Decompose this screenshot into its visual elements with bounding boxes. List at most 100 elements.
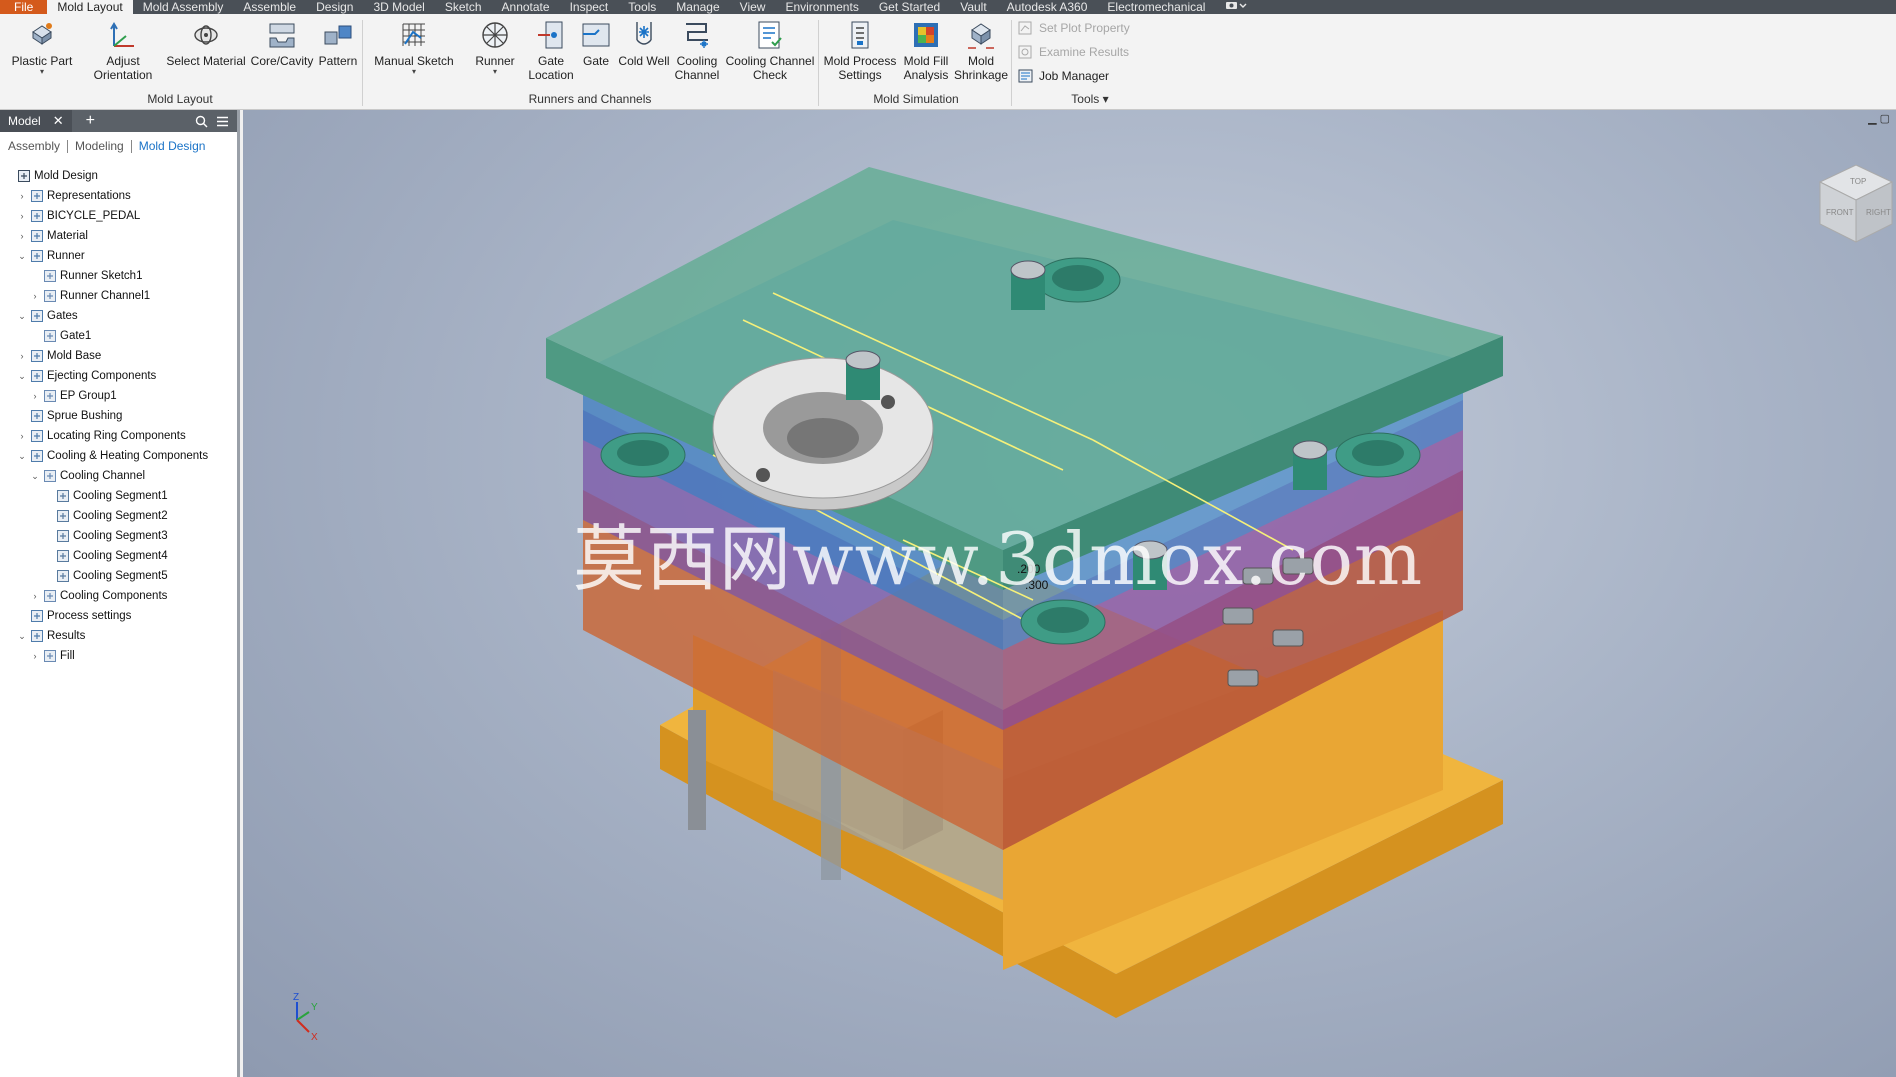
tab-manage[interactable]: Manage: [666, 0, 729, 14]
tree-node[interactable]: › BICYCLE_PEDAL: [17, 206, 140, 226]
tree-node[interactable]: › Fill: [30, 646, 75, 666]
pattern-button[interactable]: Pattern: [316, 18, 360, 68]
tree-node[interactable]: ⌄ Cooling Channel: [30, 466, 145, 486]
tree-node[interactable]: › Representations: [17, 186, 131, 206]
adjust-orientation-button[interactable]: Adjust Orientation: [88, 18, 158, 82]
tree-node-label: Mold Design: [34, 170, 98, 182]
tree-node[interactable]: › Locating Ring Components: [17, 426, 186, 446]
chevron-down-icon[interactable]: ⌄: [30, 471, 40, 482]
close-icon[interactable]: ✕: [53, 110, 64, 132]
cooling-channel-button[interactable]: Cooling Channel: [670, 18, 724, 82]
chevron-right-icon[interactable]: ›: [17, 191, 27, 201]
tab-mold-layout[interactable]: Mold Layout: [47, 0, 133, 14]
chevron-right-icon[interactable]: ›: [17, 351, 27, 361]
tree-node-icon: [31, 630, 43, 642]
tree-node-icon: [57, 490, 69, 502]
tree-node[interactable]: Cooling Segment2: [43, 506, 168, 526]
tree-node[interactable]: › Cooling Components: [30, 586, 167, 606]
cold-well-button[interactable]: Cold Well: [618, 18, 670, 68]
subtab-modeling[interactable]: Modeling: [75, 139, 124, 153]
search-icon[interactable]: [195, 115, 208, 128]
tree-node[interactable]: Mold Design: [4, 166, 98, 186]
tree-node-icon: [57, 570, 69, 582]
examine-results-button[interactable]: Examine Results: [1018, 45, 1129, 59]
cooling-channel-check-button[interactable]: Cooling Channel Check: [724, 18, 816, 82]
file-tab[interactable]: File: [0, 0, 48, 14]
tab-tools[interactable]: Tools: [618, 0, 666, 14]
svg-text:X: X: [311, 1032, 318, 1043]
mold-shrinkage-button[interactable]: Mold Shrinkage: [954, 18, 1008, 82]
tab-sketch[interactable]: Sketch: [435, 0, 492, 14]
tab-mold-assembly[interactable]: Mold Assembly: [133, 0, 234, 14]
tree-node[interactable]: Sprue Bushing: [17, 406, 122, 426]
tree-node[interactable]: Cooling Segment5: [43, 566, 168, 586]
tree-node-label: BICYCLE_PEDAL: [47, 210, 141, 222]
tree-node[interactable]: › Runner Channel1: [30, 286, 150, 306]
tree-node[interactable]: Cooling Segment1: [43, 486, 168, 506]
tree-node[interactable]: ⌄ Cooling & Heating Components: [17, 446, 208, 466]
tree-node-icon: [44, 290, 56, 302]
chevron-right-icon[interactable]: ›: [30, 291, 40, 301]
tree-node[interactable]: ⌄ Results: [17, 626, 85, 646]
tab-vault[interactable]: Vault: [950, 0, 996, 14]
gate-button[interactable]: Gate: [578, 18, 614, 68]
tree-node[interactable]: Process settings: [17, 606, 131, 626]
mold-fill-analysis-button[interactable]: Mold Fill Analysis: [898, 18, 954, 82]
chevron-down-icon[interactable]: ⌄: [17, 371, 27, 382]
tree-node[interactable]: Runner Sketch1: [30, 266, 142, 286]
tree-node[interactable]: Cooling Segment3: [43, 526, 168, 546]
tree-node[interactable]: ⌄ Ejecting Components: [17, 366, 156, 386]
tab-assemble[interactable]: Assemble: [233, 0, 306, 14]
tab-autodesk-a360[interactable]: Autodesk A360: [997, 0, 1098, 14]
mold-process-settings-button[interactable]: Mold Process Settings: [822, 18, 898, 82]
sprue-hole: [787, 418, 859, 458]
tab-annotate[interactable]: Annotate: [492, 0, 560, 14]
manual-sketch-button[interactable]: Manual Sketch ▾: [374, 18, 454, 76]
tree-node[interactable]: ⌄ Gates: [17, 306, 78, 326]
chevron-right-icon[interactable]: ›: [17, 211, 27, 221]
tree-node[interactable]: Cooling Segment4: [43, 546, 168, 566]
set-plot-property-button[interactable]: Set Plot Property: [1018, 21, 1130, 35]
select-material-button[interactable]: Select Material: [166, 18, 246, 68]
subtab-assembly[interactable]: Assembly: [8, 139, 60, 153]
chevron-right-icon[interactable]: ›: [30, 391, 40, 401]
chevron-right-icon[interactable]: ›: [17, 431, 27, 441]
job-manager-button[interactable]: Job Manager: [1018, 69, 1109, 83]
tab-get-started[interactable]: Get Started: [869, 0, 950, 14]
tree-node[interactable]: Gate1: [30, 326, 91, 346]
chevron-right-icon[interactable]: ›: [30, 591, 40, 601]
add-tab-icon[interactable]: +: [86, 112, 95, 130]
tree-node-label: EP Group1: [60, 390, 117, 402]
core-cavity-button[interactable]: Core/Cavity: [250, 18, 314, 68]
chevron-down-icon[interactable]: ⌄: [17, 311, 27, 322]
chevron-down-icon[interactable]: ⌄: [17, 251, 27, 262]
tree-node-label: Cooling & Heating Components: [47, 450, 209, 462]
ribbon-display-toggle[interactable]: [1215, 0, 1257, 14]
tab-view[interactable]: View: [730, 0, 776, 14]
menu-icon[interactable]: [216, 116, 229, 127]
tab-environments[interactable]: Environments: [775, 0, 868, 14]
group-label-tools[interactable]: Tools ▾: [1050, 92, 1130, 106]
subtab-mold-design[interactable]: Mold Design: [139, 139, 206, 153]
tree-node[interactable]: › EP Group1: [30, 386, 117, 406]
graphics-viewport[interactable]: ▁ ▢ Z Y X .200 .300 莫西网www.3dmox.com TOP…: [243, 110, 1896, 1077]
chevron-down-icon[interactable]: ⌄: [17, 631, 27, 642]
cooling-channel-icon: [686, 23, 708, 48]
runner-button[interactable]: Runner ▾: [470, 18, 520, 76]
tab-3d-model[interactable]: 3D Model: [363, 0, 434, 14]
tree-node[interactable]: › Mold Base: [17, 346, 101, 366]
plastic-part-button[interactable]: Plastic Part ▾: [12, 18, 72, 76]
tab-electromechanical[interactable]: Electromechanical: [1097, 0, 1215, 14]
tab-inspect[interactable]: Inspect: [560, 0, 619, 14]
cold-well-icon: [636, 22, 652, 45]
tree-node[interactable]: › Material: [17, 226, 88, 246]
gate-location-button[interactable]: Gate Location: [526, 18, 576, 82]
chevron-right-icon[interactable]: ›: [17, 231, 27, 241]
chevron-right-icon[interactable]: ›: [30, 651, 40, 661]
tree-node-label: Cooling Segment4: [73, 550, 168, 562]
tree-node[interactable]: ⌄ Runner: [17, 246, 85, 266]
tab-design[interactable]: Design: [306, 0, 363, 14]
chevron-down-icon[interactable]: ⌄: [17, 451, 27, 462]
browser-tab-model[interactable]: Model ✕: [0, 110, 72, 132]
view-cube[interactable]: TOP FRONT RIGHT: [1816, 160, 1896, 250]
